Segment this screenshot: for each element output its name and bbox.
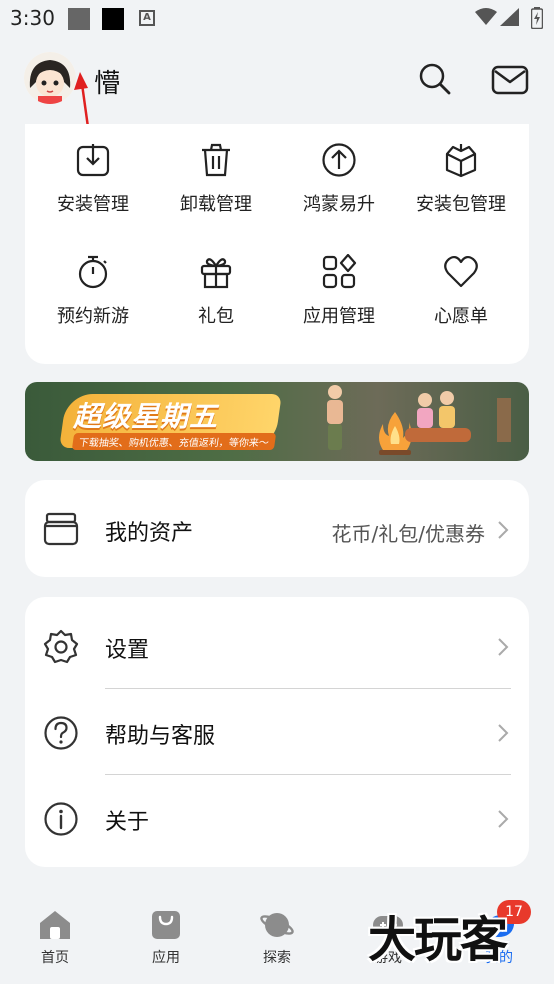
nav-label: 探索	[263, 950, 291, 966]
apps-grid-icon	[322, 254, 357, 289]
chevron-right-icon	[498, 724, 509, 742]
status-time: 3:30	[10, 6, 55, 30]
characters-illustration	[327, 385, 511, 450]
grid-label: 卸载管理	[180, 194, 252, 215]
nav-label: 应用	[152, 950, 180, 966]
signal-icon	[500, 8, 519, 26]
chevron-right-icon	[498, 810, 509, 828]
avatar[interactable]	[24, 52, 76, 104]
assets-row[interactable]: 我的资产 花币/礼包/优惠券	[25, 486, 529, 572]
notification-a-icon: A	[139, 10, 155, 26]
mail-icon[interactable]	[491, 64, 529, 96]
stopwatch-icon	[78, 255, 108, 289]
wifi-icon	[475, 8, 497, 25]
grid-item-harmony-upgrade[interactable]: 鸿蒙易升	[276, 142, 402, 216]
help-icon	[44, 716, 78, 750]
grid-item-app-manage[interactable]: 应用管理	[276, 254, 402, 328]
settings-card: 设置 帮助与客服 关于	[25, 597, 529, 867]
search-icon[interactable]	[418, 62, 452, 96]
tools-grid-card: 安装管理 卸载管理 鸿蒙易升 安装包管理 预约新游 礼包 应用管理 心愿单	[25, 124, 529, 364]
assets-value: 花币/礼包/优惠券	[331, 522, 485, 546]
download-box-icon	[76, 144, 110, 177]
gear-icon	[43, 629, 79, 664]
info-icon	[44, 802, 78, 836]
avatar-image	[24, 52, 76, 104]
settings-row[interactable]: 设置	[25, 603, 529, 689]
user-name[interactable]: 懵	[94, 63, 120, 100]
grid-item-package-manage[interactable]: 安装包管理	[398, 142, 524, 216]
about-label: 关于	[105, 810, 150, 835]
nav-apps[interactable]: 应用	[126, 909, 206, 967]
nav-label: 首页	[41, 950, 69, 966]
status-bar: 3:30 A	[0, 0, 554, 36]
nav-home[interactable]: 首页	[15, 909, 95, 967]
promo-banner[interactable]: 超级星期五 下载抽奖、购机优惠、充值返利，等你来～	[25, 382, 529, 461]
banner-title: 超级星期五	[73, 400, 219, 433]
grid-label: 安装包管理	[416, 194, 506, 215]
settings-label: 设置	[105, 638, 150, 663]
heart-icon	[444, 255, 478, 288]
help-label: 帮助与客服	[105, 724, 216, 749]
battery-icon	[531, 7, 543, 29]
assets-label: 我的资产	[105, 521, 194, 546]
grid-label: 应用管理	[303, 306, 375, 327]
grid-label: 预约新游	[57, 306, 129, 327]
help-row[interactable]: 帮助与客服	[25, 689, 529, 775]
grid-item-reserve-games[interactable]: 预约新游	[30, 254, 156, 328]
grid-item-gift[interactable]: 礼包	[153, 254, 279, 328]
notification-black-icon	[102, 8, 124, 30]
nav-explore[interactable]: 探索	[237, 909, 317, 967]
grid-item-wishlist[interactable]: 心愿单	[398, 254, 524, 328]
chevron-right-icon	[498, 521, 509, 539]
wallet-box-icon	[43, 512, 79, 546]
grid-label: 礼包	[198, 306, 234, 327]
about-row[interactable]: 关于	[25, 775, 529, 861]
upgrade-arrow-icon	[322, 143, 356, 177]
grid-item-install-manage[interactable]: 安装管理	[30, 142, 156, 216]
gift-icon	[200, 258, 232, 289]
grid-item-uninstall-manage[interactable]: 卸载管理	[153, 142, 279, 216]
grid-label: 鸿蒙易升	[303, 194, 375, 215]
watermark: 大玩客	[368, 912, 508, 968]
shopping-bag-icon	[152, 911, 180, 939]
grid-label: 心愿单	[434, 306, 488, 327]
chevron-right-icon	[498, 638, 509, 656]
home-icon	[40, 911, 70, 939]
planet-icon	[260, 913, 294, 937]
grid-label: 安装管理	[57, 194, 129, 215]
package-icon	[445, 144, 477, 178]
trash-icon	[202, 143, 230, 177]
notification-gray-icon	[68, 8, 90, 30]
banner-subtitle: 下载抽奖、购机优惠、充值返利，等你来～	[71, 433, 277, 450]
assets-card[interactable]: 我的资产 花币/礼包/优惠券	[25, 480, 529, 577]
